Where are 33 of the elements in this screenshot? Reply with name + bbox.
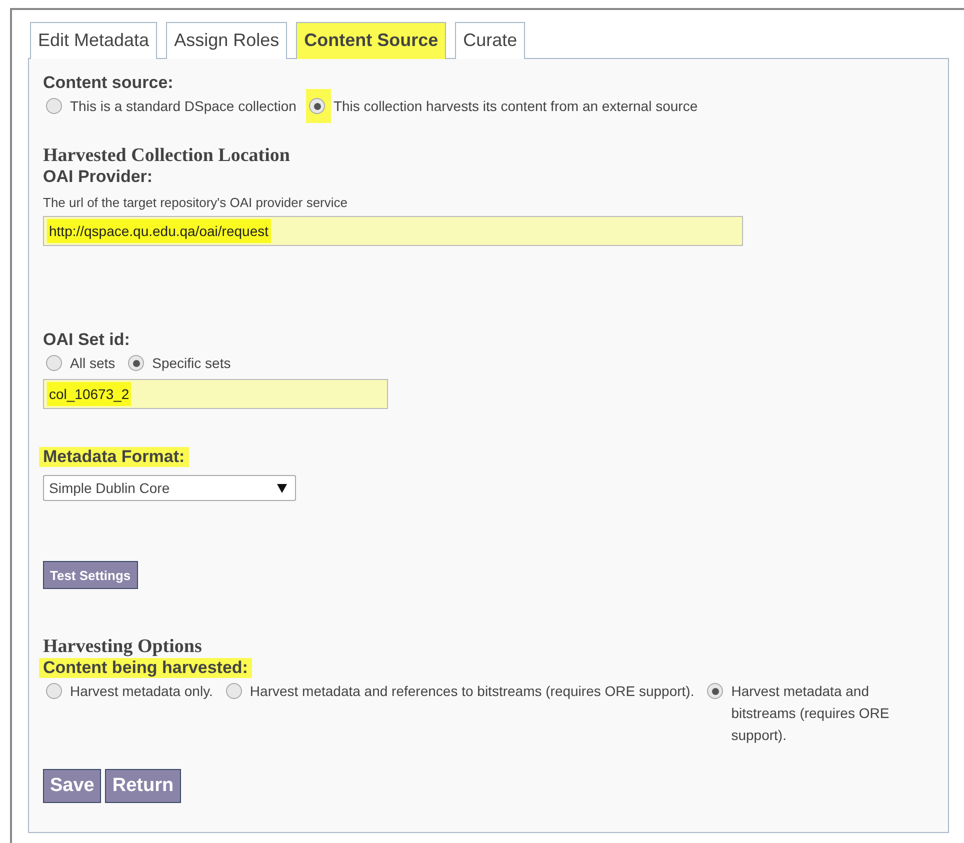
radio-label: All sets: [70, 354, 116, 373]
field-label: OAI Set id:: [43, 330, 130, 350]
section-label: Content source:: [43, 73, 174, 93]
action-button[interactable]: Return: [105, 769, 181, 803]
tab[interactable]: Curate: [455, 22, 526, 59]
radio-button[interactable]: [309, 98, 326, 114]
radio-label: Harvest metadata and references to bitstreams (requires ORE support).: [250, 682, 694, 701]
caret-icon: [277, 484, 287, 492]
radio-button[interactable]: [707, 683, 724, 699]
test-settings-button[interactable]: Test Settings: [43, 561, 138, 589]
tab[interactable]: Edit Metadata: [30, 22, 158, 59]
radio-label: Harvest metadata and bitstreams (requires ORE support).: [731, 682, 890, 745]
radio-button[interactable]: [128, 355, 144, 371]
radio-button[interactable]: [226, 683, 242, 699]
radio-button[interactable]: [46, 683, 62, 699]
radio-label: This collection harvests its content from an external source: [333, 97, 698, 116]
radio-button[interactable]: [46, 98, 62, 114]
radio-label: Specific sets: [152, 354, 231, 373]
field-label: Content being harvested:: [39, 658, 252, 678]
action-button[interactable]: Save: [43, 769, 102, 803]
field-label: Metadata Format:: [39, 447, 189, 467]
tab[interactable]: Assign Roles: [166, 22, 288, 59]
radio-label: This is a standard DSpace collection: [70, 97, 296, 116]
set-id-field[interactable]: col_10673_2: [43, 379, 388, 409]
tab[interactable]: Content Source: [296, 22, 446, 59]
field-label: OAI Provider:: [43, 167, 153, 187]
section-heading: Harvested Collection Location: [43, 145, 290, 167]
help-text: The url of the target repository's OAI provider service: [43, 195, 348, 210]
url-field[interactable]: http://qspace.qu.edu.qa/oai/request: [43, 216, 743, 246]
radio-button[interactable]: [46, 355, 62, 371]
section-heading: Harvesting Options: [43, 636, 202, 658]
format-dropdown[interactable]: Simple Dublin Core: [43, 475, 296, 501]
radio-label: Harvest metadata only.: [70, 682, 213, 701]
